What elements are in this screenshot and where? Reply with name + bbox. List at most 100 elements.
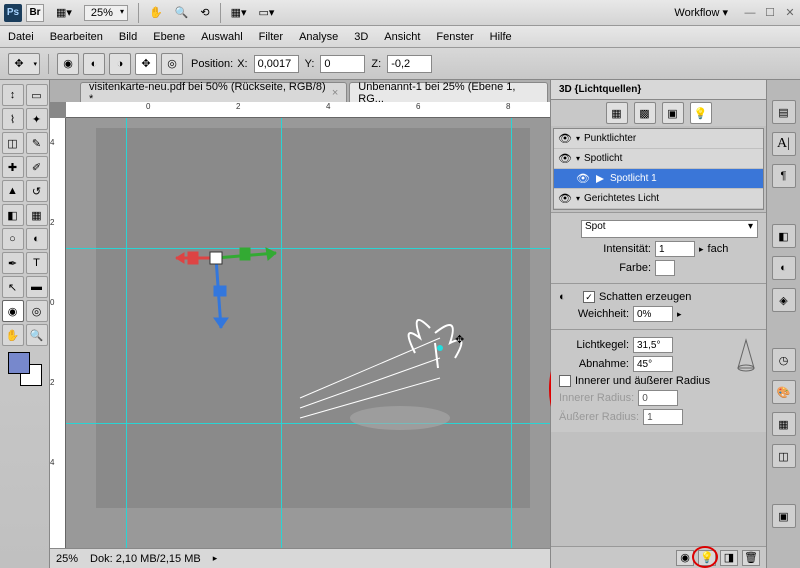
visibility-icon[interactable]: 👁	[558, 192, 572, 205]
panel-3d-icon[interactable]: ▣	[772, 504, 796, 528]
softness-stepper[interactable]: ▸	[677, 309, 682, 320]
panel-icon-1[interactable]: ▤	[772, 100, 796, 124]
wand-tool[interactable]: ✦	[26, 108, 48, 130]
workspace-dropdown[interactable]: Workflow ▾	[666, 4, 736, 21]
menu-bearbeiten[interactable]: Bearbeiten	[50, 31, 103, 43]
screen-mode-icon[interactable]: ▭▾	[255, 4, 279, 21]
visibility-icon[interactable]: 👁	[576, 172, 590, 185]
panel-color-icon[interactable]: 🎨	[772, 380, 796, 404]
blur-tool[interactable]: ○	[2, 228, 24, 250]
minimize-button[interactable]: —	[744, 7, 756, 19]
zoom-tool-icon[interactable]: 🔍	[171, 4, 193, 21]
tree-row-directed-light[interactable]: 👁 ▾ Gerichtetes Licht	[554, 189, 763, 209]
3d-gizmo[interactable]	[166, 208, 306, 348]
panel-swatches-icon[interactable]: ▦	[772, 412, 796, 436]
menu-ansicht[interactable]: Ansicht	[384, 31, 420, 43]
3d-camera-tool[interactable]: ◎	[26, 300, 48, 322]
intensity-input[interactable]	[655, 241, 695, 257]
tool-preset-icon[interactable]: ✥	[8, 53, 40, 75]
zoom-dropdown[interactable]: 25%	[84, 5, 128, 21]
toggle-ground-icon[interactable]: ◉	[676, 550, 694, 566]
type-tool[interactable]: T	[26, 252, 48, 274]
3d-mode-5-icon[interactable]: ◎	[161, 53, 183, 75]
rotate-view-icon[interactable]: ⟲	[196, 4, 213, 21]
3d-object-tool[interactable]: ◉	[2, 300, 24, 322]
stamp-tool[interactable]: ▲	[2, 180, 24, 202]
foreground-color[interactable]	[8, 352, 30, 374]
document-tab-1[interactable]: visitenkarte-neu.pdf bei 50% (Rückseite,…	[80, 82, 347, 102]
close-tab-icon[interactable]: ×	[332, 87, 338, 99]
mesh-filter-icon[interactable]: ▩	[634, 102, 656, 124]
move-tool[interactable]: ↕	[2, 84, 24, 106]
menu-3d[interactable]: 3D	[354, 31, 368, 43]
crop-tool[interactable]: ◫	[2, 132, 24, 154]
tree-row-spotlight-1[interactable]: 👁 Spotlicht 1	[554, 169, 763, 189]
menu-ebene[interactable]: Ebene	[153, 31, 185, 43]
hand-tool[interactable]: ✋	[2, 324, 24, 346]
close-button[interactable]: ✕	[784, 7, 796, 19]
position-x-input[interactable]	[254, 55, 299, 73]
lasso-tool[interactable]: ⌇	[2, 108, 24, 130]
menu-filter[interactable]: Filter	[259, 31, 283, 43]
shape-tool[interactable]: ▬	[26, 276, 48, 298]
canvas[interactable]: ✥	[66, 118, 550, 548]
pen-tool[interactable]: ✒	[2, 252, 24, 274]
color-swatches[interactable]	[8, 352, 42, 386]
panel-history-icon[interactable]: ◷	[772, 348, 796, 372]
softness-input[interactable]	[633, 306, 673, 322]
menu-datei[interactable]: Datei	[8, 31, 34, 43]
3d-mode-1-icon[interactable]: ◉	[57, 53, 79, 75]
menu-auswahl[interactable]: Auswahl	[201, 31, 243, 43]
cone-input[interactable]	[633, 337, 673, 353]
position-y-input[interactable]	[320, 55, 365, 73]
mini-bridge-icon[interactable]: ▦▾	[52, 4, 76, 21]
new-light-icon[interactable]: ◨	[720, 550, 738, 566]
light-type-select[interactable]: Spot	[581, 220, 758, 238]
path-tool[interactable]: ↖	[2, 276, 24, 298]
menu-analyse[interactable]: Analyse	[299, 31, 338, 43]
panel-character-icon[interactable]: A|	[772, 132, 796, 156]
delete-light-icon[interactable]: 🗑	[742, 550, 760, 566]
scene-filter-icon[interactable]: ▦	[606, 102, 628, 124]
gradient-tool[interactable]: ▦	[26, 204, 48, 226]
bridge-icon[interactable]: Br	[26, 4, 44, 22]
visibility-icon[interactable]: 👁	[558, 132, 572, 145]
arrange-icon[interactable]: ▦▾	[227, 4, 251, 21]
light-color-well[interactable]	[655, 260, 675, 276]
panel-paths-icon[interactable]: ◈	[772, 288, 796, 312]
shadow-preset-icon[interactable]: ◐	[559, 291, 579, 303]
falloff-input[interactable]	[633, 356, 673, 372]
document-tab-2[interactable]: Unbenannt-1 bei 25% (Ebene 1, RG...	[349, 82, 548, 102]
panel-tab-3d-lights[interactable]: 3D {Lichtquellen}	[551, 80, 766, 100]
3d-mode-3-icon[interactable]: ◑	[109, 53, 131, 75]
menu-hilfe[interactable]: Hilfe	[490, 31, 512, 43]
position-z-input[interactable]	[387, 55, 432, 73]
tree-row-pointlights[interactable]: 👁 ▾ Punktlichter	[554, 129, 763, 149]
menu-fenster[interactable]: Fenster	[436, 31, 473, 43]
panel-styles-icon[interactable]: ◫	[772, 444, 796, 468]
panel-layers-icon[interactable]: ◧	[772, 224, 796, 248]
panel-paragraph-icon[interactable]: ¶	[772, 164, 796, 188]
maximize-button[interactable]: ☐	[764, 7, 776, 19]
dodge-tool[interactable]: ◐	[26, 228, 48, 250]
brush-tool[interactable]: ✐	[26, 156, 48, 178]
history-brush-tool[interactable]: ↺	[26, 180, 48, 202]
heal-tool[interactable]: ✚	[2, 156, 24, 178]
material-filter-icon[interactable]: ▣	[662, 102, 684, 124]
hand-tool-icon[interactable]: ✋	[145, 4, 167, 21]
toggle-lights-icon[interactable]: 💡	[698, 550, 716, 566]
tree-row-spotlight-group[interactable]: 👁 ▾ Spotlicht	[554, 149, 763, 169]
visibility-icon[interactable]: 👁	[558, 152, 572, 165]
3d-mode-2-icon[interactable]: ◐	[83, 53, 105, 75]
shadows-checkbox[interactable]: ✓	[583, 291, 595, 303]
panel-channels-icon[interactable]: ◐	[772, 256, 796, 280]
3d-mode-4-icon[interactable]: ✥	[135, 53, 157, 75]
eraser-tool[interactable]: ◧	[2, 204, 24, 226]
eyedropper-tool[interactable]: ✎	[26, 132, 48, 154]
menu-bild[interactable]: Bild	[119, 31, 137, 43]
radius-checkbox[interactable]	[559, 375, 571, 387]
zoom-tool[interactable]: 🔍	[26, 324, 48, 346]
light-filter-icon[interactable]: 💡	[690, 102, 712, 124]
marquee-tool[interactable]: ▭	[26, 84, 48, 106]
intensity-stepper[interactable]: ▸	[699, 244, 704, 255]
